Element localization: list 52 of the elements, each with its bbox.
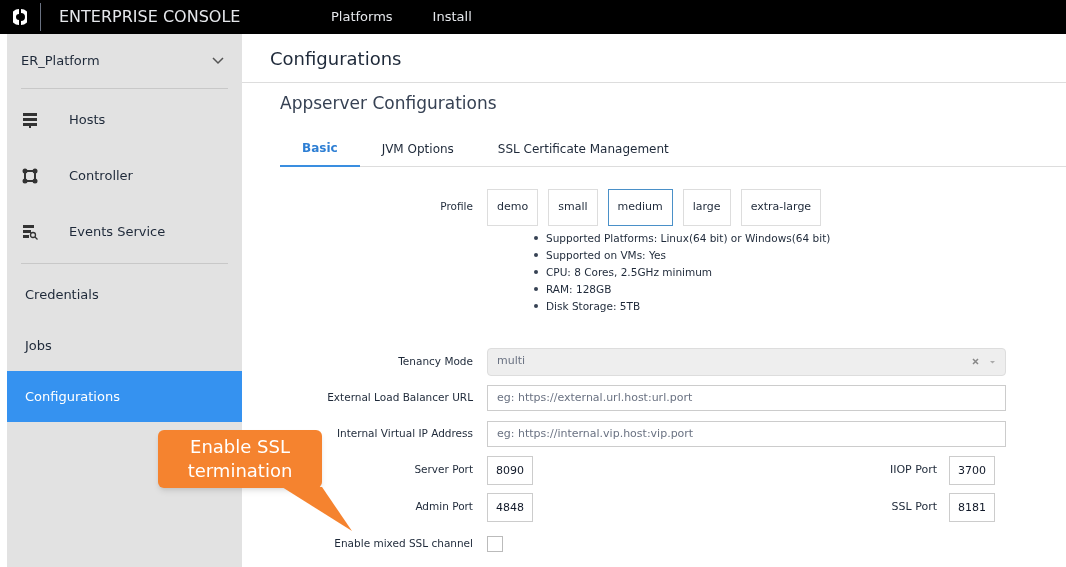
section-title: Appserver Configurations — [280, 92, 498, 115]
detail-text: Supported on VMs: Yes — [546, 247, 666, 263]
clear-and-caret-icon — [972, 357, 996, 366]
input-field[interactable]: 8181 — [949, 492, 995, 522]
bullet-icon — [534, 270, 538, 274]
input-field[interactable]: eg: https://external.url.host:url.port — [487, 384, 1006, 411]
sidebar-item[interactable]: Credentials — [7, 269, 242, 320]
server-stack-icon — [22, 112, 38, 128]
field-label: Profile — [439, 199, 474, 215]
bullet-icon — [534, 287, 538, 291]
page-title: Configurations — [270, 46, 402, 71]
server-search-icon — [22, 224, 38, 240]
nav-link[interactable]: Install — [432, 7, 472, 27]
detail-text: Supported Platforms: Linux(64 bit) or Windows(64 bit) — [546, 230, 831, 246]
checkbox[interactable] — [487, 535, 503, 552]
callout-pointer-icon — [282, 487, 352, 532]
profile-option[interactable]: demo — [487, 188, 539, 226]
chevron-down-icon — [212, 57, 224, 65]
nodes-square-icon — [22, 168, 38, 184]
nav-link[interactable]: Platforms — [331, 7, 393, 27]
field-label: SSL Port — [890, 498, 938, 515]
profile-option[interactable]: medium — [607, 188, 673, 226]
profile-option[interactable]: small — [548, 188, 598, 226]
field-label: Enable mixed SSL channel — [333, 535, 474, 551]
field-label: Server Port — [413, 462, 474, 478]
detail-text: RAM: 128GB — [546, 281, 612, 297]
logo-icon — [13, 8, 27, 26]
bullet-icon — [534, 236, 538, 240]
input-field[interactable]: 4848 — [487, 492, 533, 522]
sidebar-item[interactable]: Controller — [7, 148, 242, 204]
field-label: External Load Balancer URL — [326, 389, 474, 405]
sidebar-item[interactable]: Events Service — [7, 204, 242, 260]
detail-text: CPU: 8 Cores, 2.5GHz minimum — [546, 264, 713, 280]
detail-text: Disk Storage: 5TB — [546, 298, 641, 314]
profile-option[interactable]: extra-large — [740, 188, 822, 226]
tab[interactable]: SSL Certificate Management — [475, 130, 691, 167]
field-label: Tenancy Mode — [397, 353, 474, 369]
field-label: Admin Port — [414, 499, 474, 515]
app-title: ENTERPRISE CONSOLE — [59, 6, 242, 28]
sidebar-item[interactable]: Jobs — [7, 320, 242, 371]
input-field[interactable]: 8090 — [487, 455, 533, 485]
field-label: Internal Virtual IP Address — [335, 425, 474, 441]
tab[interactable]: JVM Options — [359, 130, 476, 167]
input-field[interactable]: 3700 — [949, 455, 995, 485]
tab[interactable]: Basic — [280, 130, 360, 167]
bullet-icon — [534, 304, 538, 308]
field-label: IIOP Port — [888, 461, 938, 478]
sidebar-item[interactable]: Hosts — [7, 92, 242, 148]
bullet-icon — [534, 253, 538, 257]
profile-option[interactable]: large — [682, 188, 731, 226]
platform-dropdown[interactable]: ER_Platform — [7, 34, 242, 88]
input-field[interactable]: eg: https://internal.vip.host:vip.port — [487, 420, 1006, 447]
